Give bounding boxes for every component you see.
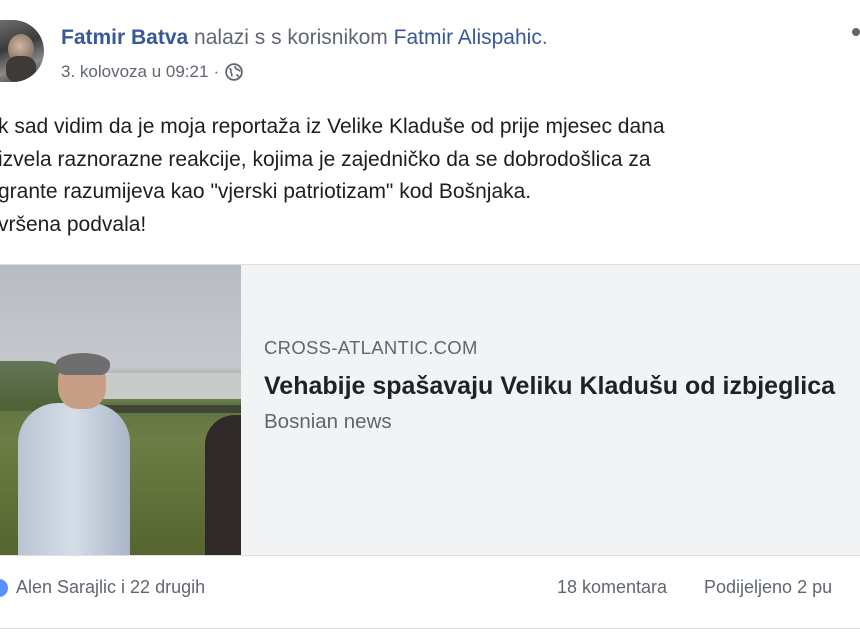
- link-preview-image[interactable]: [0, 265, 241, 555]
- post-meta: 3. kolovoza u 09:21 ·: [61, 62, 243, 82]
- tagged-user-link[interactable]: Fatmir Alispahic: [394, 26, 542, 49]
- link-info[interactable]: CROSS-ATLANTIC.COM Vehabije spašavaju Ve…: [264, 337, 854, 435]
- author-avatar[interactable]: [0, 20, 44, 82]
- image-man-shirt: [18, 403, 130, 555]
- post-footer: Alen Sarajlic i 22 drugih 18 komentara P…: [0, 577, 860, 607]
- author-name-link[interactable]: Fatmir Batva: [61, 26, 188, 49]
- link-title[interactable]: Vehabije spašavaju Veliku Kladušu od izb…: [264, 369, 854, 404]
- reactions-text[interactable]: Alen Sarajlic i 22 drugih: [16, 577, 205, 598]
- reactions-summary[interactable]: Alen Sarajlic i 22 drugih: [0, 577, 205, 598]
- image-man-cap: [56, 353, 110, 375]
- link-description: Bosnian news: [264, 410, 392, 433]
- link-domain: CROSS-ATLANTIC.COM: [264, 337, 478, 358]
- shares-count[interactable]: Podijeljeno 2 pu: [704, 577, 832, 598]
- post-text-line: grante razumijeva kao "vjerski patriotiz…: [0, 180, 532, 203]
- image-man: [18, 353, 130, 555]
- like-reaction-icon: [0, 578, 8, 597]
- post-timestamp[interactable]: 3. kolovoza u 09:21: [61, 62, 208, 82]
- meta-separator: ·: [213, 62, 220, 81]
- more-options-icon[interactable]: [852, 28, 860, 36]
- post-text-line: vršena podvala!: [0, 212, 147, 236]
- post-text-line: izvela raznorazne reakcije, kojima je za…: [0, 147, 651, 171]
- link-preview-card[interactable]: CROSS-ATLANTIC.COM Vehabije spašavaju Ve…: [0, 264, 860, 556]
- footer-divider: [0, 628, 860, 629]
- author-line: Fatmir Batva nalazi s s korisnikom Fatmi…: [61, 24, 548, 52]
- avatar-beard: [6, 56, 36, 82]
- globe-icon[interactable]: [225, 63, 243, 81]
- post-header: Fatmir Batva nalazi s s korisnikom Fatmi…: [0, 12, 860, 90]
- with-text: nalazi s s korisnikom: [188, 26, 394, 49]
- tagged-suffix: .: [541, 26, 548, 49]
- post-text: k sad vidim da je moja reportaža iz Veli…: [0, 111, 858, 241]
- comments-count[interactable]: 18 komentara: [557, 577, 667, 598]
- post-text-line: k sad vidim da je moja reportaža iz Veli…: [0, 115, 665, 138]
- image-second-person: [205, 415, 241, 555]
